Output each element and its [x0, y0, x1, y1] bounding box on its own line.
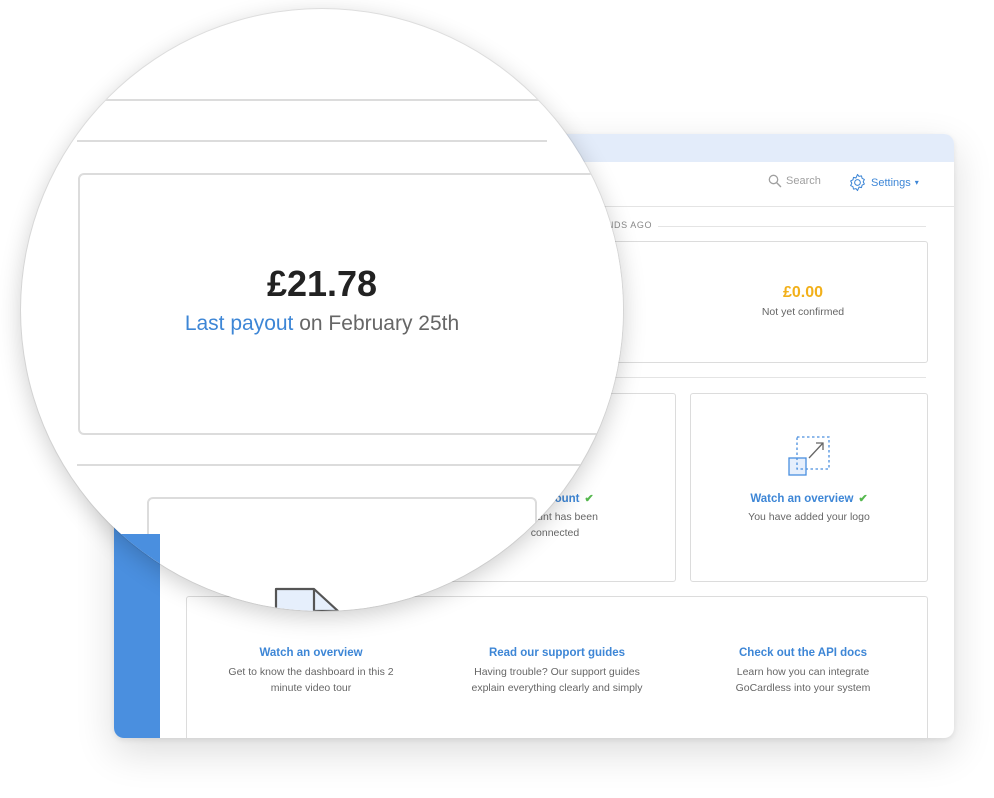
- help-item-api[interactable]: Check out the API docs Learn how you can…: [683, 647, 923, 696]
- settings-menu[interactable]: Settings ▾: [848, 173, 919, 192]
- help-title[interactable]: Check out the API docs: [683, 647, 923, 659]
- step-card-logo[interactable]: Watch an overview ✔ You have added your l…: [690, 393, 928, 582]
- search-button[interactable]: Search: [768, 174, 821, 188]
- chevron-down-icon: ▾: [914, 178, 919, 187]
- help-title[interactable]: Watch an overview: [191, 647, 431, 659]
- divider: [77, 464, 623, 466]
- checkmark-icon: ✔: [858, 493, 868, 505]
- pending-amount: £0.00: [782, 284, 824, 301]
- balance-amount: £21.78: [266, 263, 378, 304]
- help-title[interactable]: Read our support guides: [437, 647, 677, 659]
- pending-label: Not yet confirmed: [761, 306, 845, 318]
- help-card: Watch an overview Get to know the dashbo…: [186, 596, 928, 738]
- sidebar-zoomed: [114, 534, 160, 611]
- divider: [77, 140, 547, 142]
- search-icon: [768, 174, 782, 188]
- document-icon: [274, 587, 340, 611]
- help-description: Get to know the dashboard in this 2 minu…: [228, 666, 394, 694]
- search-label: Search: [786, 175, 821, 187]
- settings-label: Settings: [871, 176, 911, 189]
- help-description: Learn how you can integrate GoCardless i…: [735, 666, 871, 694]
- checkmark-icon: ✔: [584, 493, 594, 505]
- step-card-zoomed: [147, 497, 537, 611]
- step-title[interactable]: Watch an overview ✔: [691, 492, 927, 505]
- help-description: Having trouble? Our support guides expla…: [471, 666, 643, 694]
- last-payout-text: Last payout on February 25th: [184, 312, 460, 335]
- help-item-support[interactable]: Read our support guides Having trouble? …: [437, 647, 677, 696]
- divider: [101, 99, 623, 101]
- last-payout-link[interactable]: Last payout: [185, 312, 294, 335]
- step-description: You have added your logo: [748, 511, 870, 523]
- gear-icon: [850, 173, 865, 192]
- magnifier-lens: £21.78 Last payout on February 25th: [21, 9, 623, 611]
- resize-arrow-icon: [788, 436, 830, 476]
- help-item-video[interactable]: Watch an overview Get to know the dashbo…: [191, 647, 431, 696]
